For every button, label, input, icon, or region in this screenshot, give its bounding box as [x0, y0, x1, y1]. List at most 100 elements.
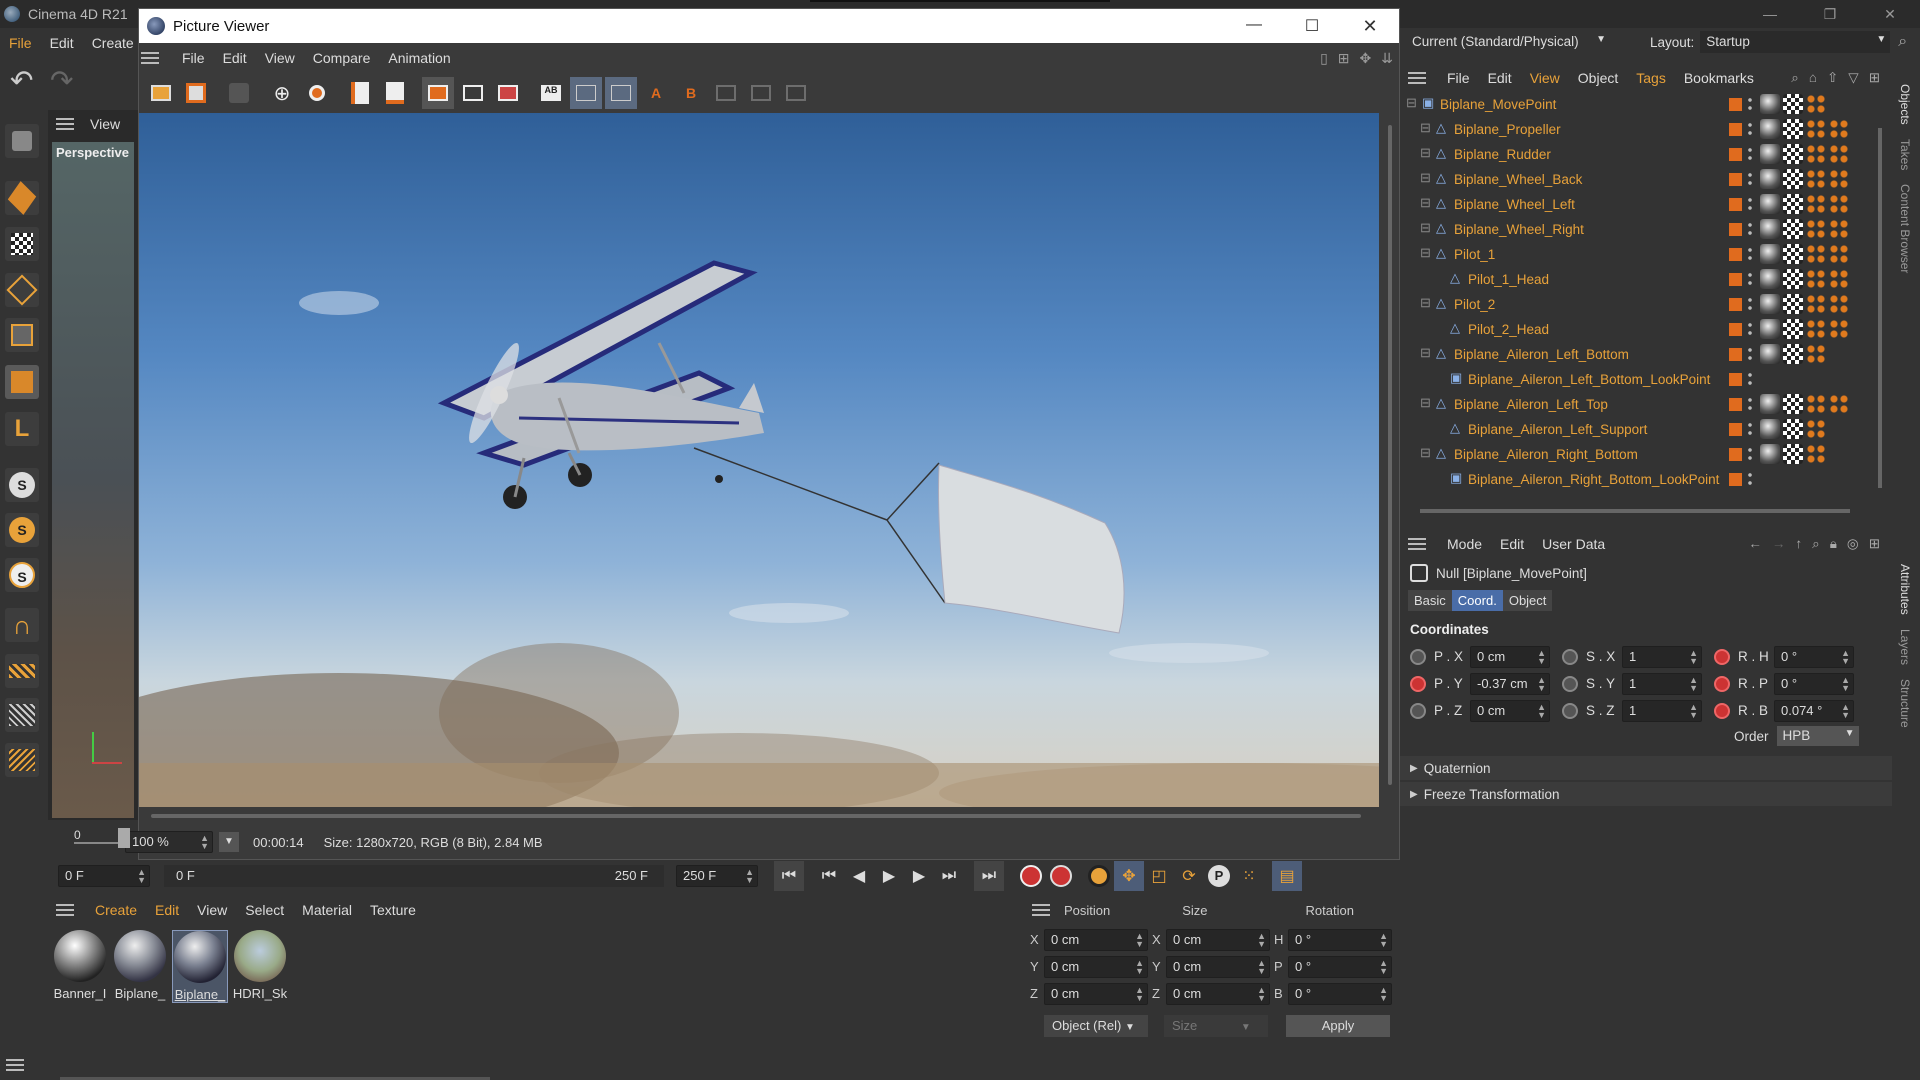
visibility-dots-icon[interactable] [1748, 146, 1752, 162]
layer-color-icon[interactable] [1729, 98, 1742, 111]
coord-menu-icon[interactable] [1032, 904, 1050, 916]
object-tag-icon[interactable] [1783, 244, 1803, 264]
object-tag-icon[interactable] [1783, 444, 1803, 464]
layer-color-icon[interactable] [1729, 198, 1742, 211]
object-tag-icon[interactable] [1806, 219, 1826, 239]
apply-button[interactable]: Apply [1286, 1015, 1390, 1037]
object-tag-icon[interactable] [1783, 94, 1803, 114]
object-tag-icon[interactable] [1783, 294, 1803, 314]
coord-pos-y[interactable]: 0 cm ▲ ▼ [1044, 955, 1148, 978]
visibility-dots-icon[interactable] [1748, 121, 1752, 137]
visibility-dots-icon[interactable] [1748, 371, 1752, 387]
timeline-icon[interactable]: ▤ [1272, 861, 1302, 891]
obj-home-icon[interactable]: ⌂ [1809, 70, 1817, 86]
object-tag-icon[interactable] [1806, 144, 1826, 164]
render-settings-icon[interactable] [492, 77, 524, 109]
snap-icon[interactable]: S [5, 468, 39, 502]
pv-menu-compare[interactable]: Compare [304, 50, 380, 66]
expand-toggle-icon[interactable]: ⊟ [1420, 195, 1431, 211]
layer-color-icon[interactable] [1729, 123, 1742, 136]
viewport-canvas[interactable]: Perspective [52, 142, 134, 818]
object-tag-icon[interactable] [1760, 119, 1780, 139]
visibility-dots-icon[interactable] [1748, 171, 1752, 187]
attr-tab-coord[interactable]: Coord. [1451, 589, 1503, 611]
object-row[interactable]: ▣ Biplane_Aileron_Right_Bottom_LookPoint [1400, 467, 1892, 492]
attr-back-icon[interactable]: ← [1748, 536, 1762, 552]
keyframe-radio-icon[interactable] [1410, 702, 1426, 719]
param-key-icon[interactable]: P [1204, 861, 1234, 891]
object-row[interactable]: ⊟ △ Pilot_1 [1400, 242, 1892, 267]
object-tag-icon[interactable] [1783, 169, 1803, 189]
object-row[interactable]: ⊟ △ Pilot_2 [1400, 292, 1892, 317]
visibility-dots-icon[interactable] [1748, 221, 1752, 237]
keyframe-radio-icon[interactable] [1410, 648, 1426, 665]
object-tag-icon[interactable] [1760, 444, 1780, 464]
save-file-icon[interactable] [180, 77, 212, 109]
material-item[interactable]: HDRI_Sk [232, 930, 288, 1001]
layer-color-icon[interactable] [1729, 448, 1742, 461]
visibility-dots-icon[interactable] [1748, 396, 1752, 412]
object-tag-icon[interactable] [1806, 294, 1826, 314]
timeline-range[interactable]: 0 F 250 F [164, 865, 664, 887]
object-tag-icon[interactable] [1829, 119, 1849, 139]
object-row[interactable]: ▣ Biplane_Aileron_Left_Bottom_LookPoint [1400, 367, 1892, 392]
object-tag-icon[interactable] [1783, 344, 1803, 364]
object-row[interactable]: ⊟ ▣ Biplane_MovePoint [1400, 92, 1892, 117]
coord-size-x[interactable]: 0 cm ▲ ▼ [1166, 928, 1270, 951]
object-tag-icon[interactable] [1806, 169, 1826, 189]
attr-tab-basic[interactable]: Basic [1408, 589, 1452, 611]
object-tag-icon[interactable] [1806, 119, 1826, 139]
attr-new-panel-icon[interactable]: ⊞ [1869, 536, 1880, 552]
end-frame-field[interactable]: 250 F ▲ ▼ [676, 865, 758, 887]
expand-toggle-icon[interactable]: ⊟ [1420, 220, 1431, 236]
object-row[interactable]: ⊟ △ Biplane_Wheel_Right [1400, 217, 1892, 242]
attr-menu-icon[interactable] [1408, 538, 1426, 550]
obj-menu-bookmarks[interactable]: Bookmarks [1675, 70, 1763, 86]
rot-field[interactable]: 0.074 ° ▲ ▼ [1774, 699, 1854, 722]
renderer-select[interactable]: Current (Standard/Physical) ▼ [1408, 31, 1608, 53]
status-menu-icon[interactable] [6, 1059, 24, 1071]
attr-menu-edit[interactable]: Edit [1491, 536, 1533, 552]
copy-frame-icon[interactable] [344, 77, 376, 109]
coord-rot-h[interactable]: 0 ° ▲ ▼ [1288, 928, 1392, 951]
layout-select[interactable]: Startup ▼ [1700, 31, 1891, 53]
material-item-selected[interactable]: Biplane_ [172, 930, 228, 1003]
object-tag-icon[interactable] [1783, 269, 1803, 289]
pv-menu-edit[interactable]: Edit [214, 50, 256, 66]
layer-color-icon[interactable] [1729, 423, 1742, 436]
workplane-snap-icon[interactable]: S [5, 558, 39, 592]
object-tag-icon[interactable] [1783, 194, 1803, 214]
object-tag-icon[interactable] [1829, 169, 1849, 189]
ab-compare-icon[interactable]: AB [535, 77, 567, 109]
obj-new-panel-icon[interactable]: ⊞ [1869, 70, 1880, 86]
prev-frame-icon[interactable]: ◀ [844, 861, 874, 891]
attr-up-icon[interactable]: ↑ [1795, 536, 1802, 552]
texture-mode-icon[interactable] [5, 227, 39, 261]
side-tab-layers[interactable]: Layers [1898, 629, 1912, 665]
object-tag-icon[interactable] [1760, 344, 1780, 364]
pos-field[interactable]: -0.37 cm ▲ ▼ [1470, 672, 1550, 695]
obj-menu-edit[interactable]: Edit [1479, 70, 1521, 86]
visibility-dots-icon[interactable] [1748, 271, 1752, 287]
zoom-dropdown-icon[interactable]: ▼ [219, 832, 239, 852]
pos-field[interactable]: 0 cm ▲ ▼ [1470, 645, 1550, 668]
visibility-dots-icon[interactable] [1748, 246, 1752, 262]
app-menu-edit[interactable]: Edit [41, 35, 83, 51]
object-mode-icon[interactable] [5, 181, 39, 215]
attr-tab-object[interactable]: Object [1502, 589, 1553, 611]
visibility-dots-icon[interactable] [1748, 196, 1752, 212]
goto-end-icon[interactable]: ⏭ [974, 861, 1004, 891]
obj-menu-object[interactable]: Object [1569, 70, 1627, 86]
obj-menu-view[interactable]: View [1521, 70, 1569, 86]
quaternion-section[interactable]: ▶ Quaternion [1400, 756, 1892, 780]
object-tag-icon[interactable] [1829, 244, 1849, 264]
viewport-view-menu[interactable]: View [90, 116, 120, 132]
obj-vscroll[interactable] [1876, 118, 1884, 498]
coord-mode-select[interactable]: Object (Rel) ▼ [1044, 1015, 1148, 1037]
side-tab-attributes[interactable]: Attributes [1898, 564, 1912, 615]
material-item[interactable]: Banner_I [52, 930, 108, 1001]
object-row[interactable]: △ Pilot_1_Head [1400, 267, 1892, 292]
pv-close-icon[interactable]: ✕ [1341, 16, 1399, 37]
side-tab-objects[interactable]: Objects [1898, 84, 1912, 125]
undo-icon[interactable]: ↶ [10, 64, 50, 97]
